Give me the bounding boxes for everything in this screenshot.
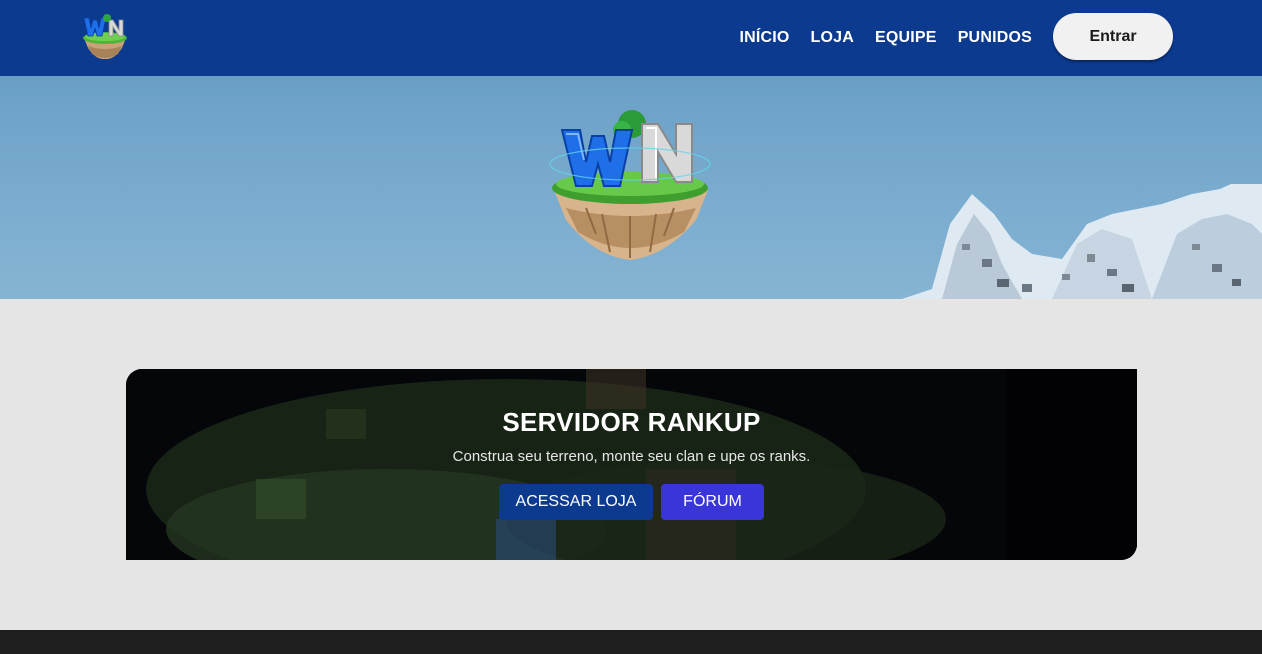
server-card-buttons: ACESSAR LOJA FÓRUM bbox=[499, 484, 764, 520]
nav-link-punidos[interactable]: PUNIDOS bbox=[958, 29, 1032, 47]
footer bbox=[0, 630, 1262, 654]
server-title: SERVIDOR RANKUP bbox=[502, 407, 761, 437]
access-shop-button[interactable]: ACESSAR LOJA bbox=[499, 484, 653, 520]
nav-link-inicio[interactable]: INÍCIO bbox=[739, 29, 789, 47]
win-island-logo-icon[interactable] bbox=[78, 10, 132, 62]
nav-link-equipe[interactable]: EQUIPE bbox=[875, 29, 937, 47]
server-card-content: SERVIDOR RANKUP Construa seu terreno, mo… bbox=[126, 369, 1137, 560]
forum-button[interactable]: FÓRUM bbox=[661, 484, 764, 520]
win-floating-island-logo-icon bbox=[546, 104, 714, 264]
nav-link-loja[interactable]: LOJA bbox=[811, 29, 854, 47]
login-button[interactable]: Entrar bbox=[1053, 13, 1173, 60]
snowy-mountains-image bbox=[902, 184, 1262, 299]
server-description: Construa seu terreno, monte seu clan e u… bbox=[452, 448, 811, 465]
server-rankup-card: SERVIDOR RANKUP Construa seu terreno, mo… bbox=[126, 369, 1137, 560]
hero-banner bbox=[0, 76, 1262, 299]
main-nav: INÍCIO LOJA EQUIPE PUNIDOS bbox=[739, 0, 1032, 76]
navbar: INÍCIO LOJA EQUIPE PUNIDOS Entrar bbox=[0, 0, 1262, 76]
